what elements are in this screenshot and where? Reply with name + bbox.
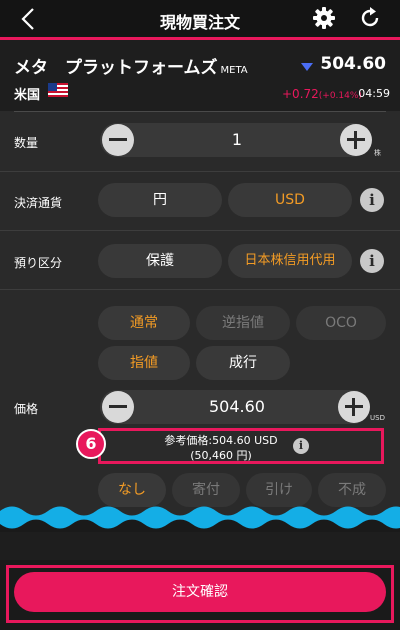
order-form: 数量 1 株 決済通貨 円 USD i 預り区分 保護 日本株信用代用 i 通常… bbox=[0, 111, 400, 520]
stock-name-text: メタ プラットフォームズ bbox=[14, 58, 218, 78]
country-label: 米国 bbox=[14, 88, 41, 103]
settlement-option-usd[interactable]: USD bbox=[228, 183, 352, 217]
divider bbox=[0, 289, 400, 290]
quantity-plus-button[interactable] bbox=[340, 124, 372, 156]
header-bar: 現物買注文 bbox=[0, 0, 400, 40]
divider bbox=[14, 111, 386, 112]
quantity-minus-button[interactable] bbox=[102, 124, 134, 156]
stock-name: メタ プラットフォームズ META bbox=[14, 53, 248, 78]
info-icon[interactable]: i bbox=[360, 249, 384, 273]
info-icon[interactable]: i bbox=[293, 438, 309, 454]
stock-info: メタ プラットフォームズ META 504.60 米国 +0.72(+0.14%)… bbox=[0, 43, 400, 111]
page-title: 現物買注文 bbox=[159, 13, 240, 32]
price-change-value: +0.72 bbox=[282, 87, 319, 101]
divider bbox=[0, 171, 400, 172]
order-type-normal[interactable]: 通常 bbox=[98, 306, 190, 340]
stock-ticker: META bbox=[220, 65, 248, 76]
order-type-stop[interactable]: 逆指値 bbox=[196, 306, 290, 340]
minus-icon bbox=[109, 405, 127, 408]
quantity-unit: 株 bbox=[374, 149, 381, 157]
gear-icon[interactable] bbox=[312, 6, 336, 30]
settlement-label: 決済通貨 bbox=[14, 196, 63, 210]
us-flag-icon bbox=[48, 83, 68, 97]
custody-option-protect[interactable]: 保護 bbox=[98, 244, 222, 278]
quantity-input[interactable]: 1 bbox=[136, 123, 338, 157]
info-icon[interactable]: i bbox=[360, 188, 384, 212]
divider bbox=[0, 230, 400, 231]
price-change: +0.72(+0.14%) bbox=[282, 87, 362, 101]
quantity-label: 数量 bbox=[14, 136, 39, 150]
price-input[interactable]: 504.60 bbox=[136, 390, 338, 424]
price-type-market[interactable]: 成行 bbox=[196, 346, 290, 380]
refresh-icon[interactable] bbox=[358, 6, 382, 30]
quote-time: 04:59 bbox=[358, 87, 390, 100]
down-triangle-icon bbox=[301, 63, 313, 71]
reference-price-box: 参考価格:504.60 USD (50,460 円) i bbox=[98, 428, 384, 464]
custody-label: 預り区分 bbox=[14, 256, 63, 270]
stock-price: 504.60 bbox=[320, 54, 386, 74]
step-marker: 6 bbox=[76, 429, 106, 459]
plus-icon-v bbox=[352, 398, 355, 416]
custody-option-margin[interactable]: 日本株信用代用 bbox=[228, 244, 352, 278]
price-unit: USD bbox=[370, 414, 385, 422]
price-plus-button[interactable] bbox=[338, 391, 370, 423]
price-label: 価格 bbox=[14, 402, 39, 416]
order-confirm-button[interactable]: 注文確認 bbox=[14, 572, 386, 612]
price-minus-button[interactable] bbox=[102, 391, 134, 423]
footer: 注文確認 bbox=[0, 560, 400, 630]
settlement-option-yen[interactable]: 円 bbox=[98, 183, 222, 217]
price-type-limit[interactable]: 指値 bbox=[98, 346, 190, 380]
price-change-percent: (+0.14%) bbox=[318, 91, 362, 101]
wave-divider bbox=[0, 506, 400, 532]
order-type-oco[interactable]: OCO bbox=[296, 306, 386, 340]
minus-icon bbox=[109, 138, 127, 141]
plus-icon-v bbox=[354, 131, 357, 149]
